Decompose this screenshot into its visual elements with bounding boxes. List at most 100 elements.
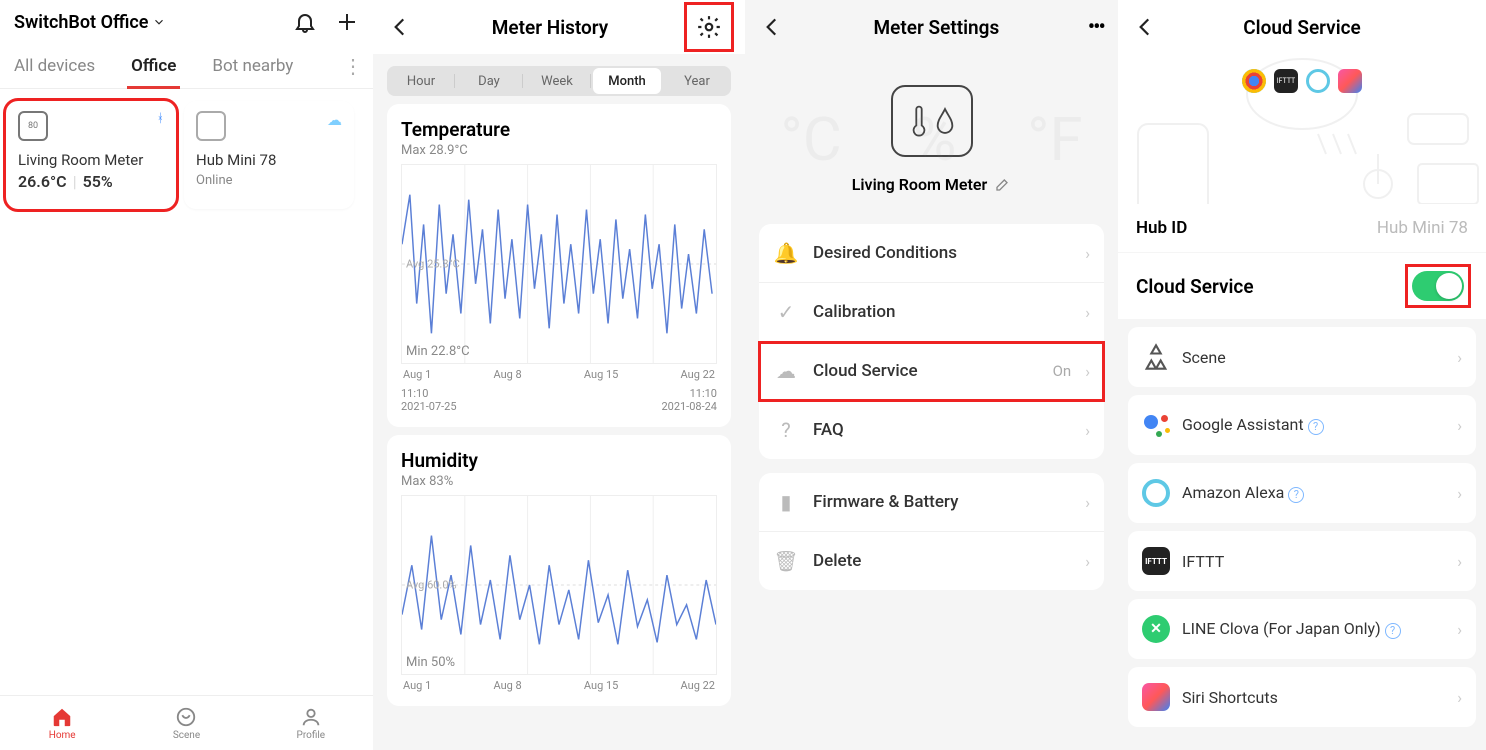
row-faq[interactable]: ? FAQ › [759,401,1104,459]
header-actions [293,10,359,34]
service-google-assistant[interactable]: Google Assistant? › [1128,395,1476,455]
meter-icon: 80 [18,111,48,141]
chevron-right-icon: › [1457,484,1462,503]
row-delete[interactable]: 🗑 Delete › [759,532,1104,590]
settings-list-2: ▮ Firmware & Battery › 🗑 Delete › [759,473,1104,590]
tab-all-devices[interactable]: All devices [10,44,99,88]
seg-week[interactable]: Week [523,66,591,96]
device-card-name: Hub Mini 78 [196,151,342,169]
chevron-right-icon: › [1457,552,1462,571]
scene-icon [175,706,197,728]
nav-home[interactable]: Home [0,696,124,750]
help-icon[interactable]: ? [1288,487,1304,503]
tab-office[interactable]: Office [127,44,180,88]
chart-time-range: 11:102021-07-25 11:102021-08-24 [401,387,717,413]
chart-avg: Avg 60.0% [406,579,457,592]
nav-profile[interactable]: Profile [249,696,373,750]
cloud-icon: ☁ [773,358,799,384]
help-icon[interactable]: ? [1385,623,1401,639]
cloud-icon: ☁ [327,111,342,129]
row-value: On [1053,362,1072,380]
row-calibration[interactable]: ✓ Calibration › [759,283,1104,342]
plus-icon[interactable] [335,10,359,34]
home-icon [51,706,73,728]
scene-icon [1142,343,1170,371]
nav-scene[interactable]: Scene [124,696,248,750]
hub-icon [196,111,226,141]
chevron-right-icon: › [1457,620,1462,639]
chart-min: Min 50% [406,655,455,670]
hub-id-row: Hub ID Hub Mini 78 [1118,204,1486,252]
chevron-right-icon: › [1457,348,1462,367]
service-amazon-alexa[interactable]: Amazon Alexa? › [1128,463,1476,523]
alexa-icon [1306,69,1330,93]
page-title: Cloud Service [1132,16,1472,39]
temperature-chart[interactable]: Avg 25.8°C Min 22.8°C [401,164,717,364]
bottom-nav: Home Scene Profile [0,695,373,750]
service-scene[interactable]: Scene › [1128,327,1476,387]
chart-avg: Avg 25.8°C [406,258,460,271]
device-tabs: All devices Office Bot nearby [10,44,297,88]
clova-icon: ✕ [1142,615,1170,643]
gear-icon[interactable] [696,14,722,40]
more-icon[interactable]: ⋮ [343,54,363,78]
device-card-name: Living Room Meter [18,151,164,169]
cloud-service-toggle[interactable] [1412,271,1464,301]
bluetooth-icon: ᚼ [157,111,164,125]
alexa-icon [1142,479,1170,507]
toggle-highlight [1408,267,1468,305]
siri-shortcuts-icon [1142,683,1170,711]
ifttt-icon: IFTTT [1142,547,1170,575]
location-dropdown[interactable]: SwitchBot Office [14,12,166,33]
bell-icon[interactable] [293,10,317,34]
service-siri-shortcuts[interactable]: Siri Shortcuts › [1128,667,1476,727]
page-title: Meter Settings [873,16,999,39]
device-card-meter[interactable]: 80 ᚼ Living Room Meter 26.6°C|55% [6,101,176,209]
chevron-right-icon: › [1457,688,1462,707]
seg-hour[interactable]: Hour [387,66,455,96]
cloud-hero: IFTTT [1118,54,1486,204]
tab-bot-nearby[interactable]: Bot nearby [208,44,297,88]
humidity-chart-card: Humidity Max 83% Avg 60.0% Min 50% Aug 1… [387,435,731,706]
chevron-right-icon: › [1085,362,1090,381]
seg-year[interactable]: Year [663,66,731,96]
home-screen: SwitchBot Office All devices Office Bot … [0,0,373,750]
chevron-right-icon: › [1085,303,1090,322]
help-icon: ? [773,417,799,443]
service-ifttt[interactable]: IFTTT IFTTT › [1128,531,1476,591]
chevron-right-icon: › [1085,552,1090,571]
service-line-clova[interactable]: ✕ LINE Clova (For Japan Only)? › [1128,599,1476,659]
row-firmware-battery[interactable]: ▮ Firmware & Battery › [759,473,1104,532]
google-assistant-icon [1142,411,1170,439]
row-desired-conditions[interactable]: 🔔 Desired Conditions › [759,224,1104,283]
more-icon[interactable]: ••• [1088,15,1104,40]
cloud-service-label: Cloud Service [1136,275,1254,298]
seg-month[interactable]: Month [593,68,661,94]
device-card-status: Online [196,173,342,188]
hub-id-label: Hub ID [1136,218,1187,238]
seg-day[interactable]: Day [455,66,523,96]
chevron-right-icon: › [1085,244,1090,263]
chart-title: Temperature [401,118,717,141]
back-icon[interactable] [387,14,413,40]
settings-header: Meter Settings ••• [745,0,1118,54]
row-cloud-service[interactable]: ☁ Cloud Service On › [759,342,1104,401]
settings-list-1: 🔔 Desired Conditions › ✓ Calibration › ☁… [759,224,1104,459]
cloud-header: Cloud Service [1118,0,1486,54]
back-icon[interactable] [759,14,785,40]
siri-icon [1338,69,1362,93]
help-icon[interactable]: ? [1308,419,1324,435]
temperature-chart-card: Temperature Max 28.9°C Avg 25.8°C Min 22… [387,104,731,427]
chart-x-labels: Aug 1 Aug 8 Aug 15 Aug 22 [401,679,717,692]
ifttt-icon: IFTTT [1274,69,1298,93]
google-icon [1242,69,1266,93]
device-card-hub[interactable]: ☁ Hub Mini 78 Online [184,101,354,209]
chart-min: Min 22.8°C [406,344,470,359]
chevron-right-icon: › [1085,421,1090,440]
chart-max: Max 28.9°C [401,143,717,158]
service-list: Scene › Google Assistant? › Amazon Alexa… [1118,319,1486,743]
chevron-right-icon: › [1085,493,1090,512]
location-name: SwitchBot Office [14,12,148,33]
humidity-chart[interactable]: Avg 60.0% Min 50% [401,495,717,675]
device-tabs-row: All devices Office Bot nearby ⋮ [0,44,373,89]
